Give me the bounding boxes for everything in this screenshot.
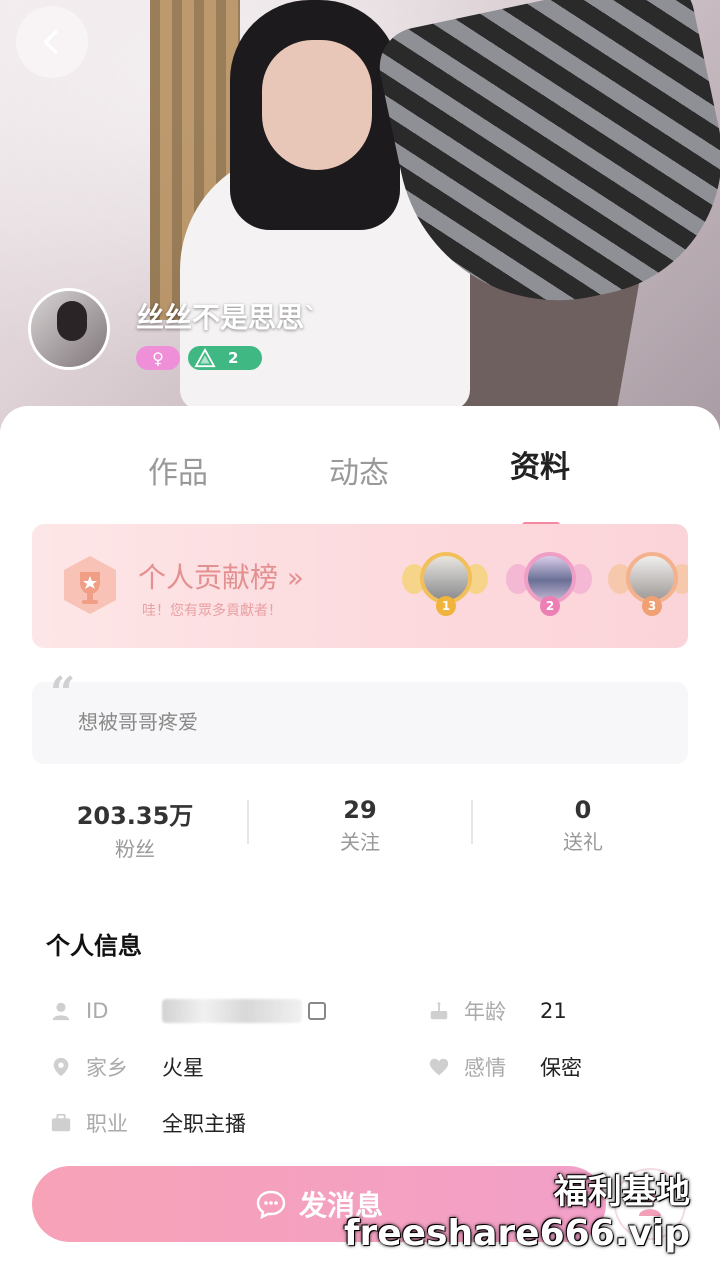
cake-icon — [428, 1000, 450, 1022]
stat-value: 29 — [343, 796, 377, 824]
profile-card: 作品 动态 资料 个人贡献榜 » 哇！您有眾多貢獻者！ 1 2 3 想被哥哥疼爱 — [0, 406, 720, 1280]
info-value: 全职主播 — [162, 1112, 246, 1136]
rank-number: 2 — [540, 596, 560, 616]
trophy-icon — [64, 556, 116, 614]
rank-2-medal[interactable]: 2 — [506, 548, 592, 626]
info-row-hometown: 家乡 火星 — [50, 1052, 204, 1082]
info-key: 家乡 — [86, 1056, 128, 1080]
bio-text: 想被哥哥疼爱 — [78, 710, 198, 734]
copy-icon[interactable] — [308, 1002, 326, 1020]
info-row-occupation: 职业 全职主播 — [50, 1108, 246, 1138]
quote-icon: “ — [50, 668, 76, 719]
gender-badge: ♀ — [136, 346, 180, 370]
info-value: 保密 — [540, 1056, 582, 1080]
stat-label: 关注 — [340, 830, 380, 854]
level-badge: 2 — [188, 346, 262, 370]
personal-info-title: 个人信息 — [46, 932, 142, 960]
stat-label: 送礼 — [563, 830, 603, 854]
stat-gifts[interactable]: 0 送礼 — [473, 796, 693, 855]
watermark-line1: 福利基地 — [554, 1172, 690, 1212]
bio-box: 想被哥哥疼爱 — [32, 682, 688, 764]
username: 丝丝不是思思` — [136, 301, 319, 334]
level-triangle-icon — [194, 348, 216, 368]
stat-followers[interactable]: 203.35万 粉丝 — [25, 796, 245, 862]
info-row-id: ID — [50, 996, 326, 1026]
contribution-subtitle: 哇！您有眾多貢獻者！ — [142, 603, 282, 619]
tab-works[interactable]: 作品 — [148, 448, 208, 492]
stat-value: 0 — [574, 796, 592, 824]
profile-cover-photo — [0, 0, 720, 430]
rank-number: 3 — [642, 596, 662, 616]
contribution-ranking-banner[interactable]: 个人贡献榜 » 哇！您有眾多貢獻者！ 1 2 3 — [32, 524, 688, 648]
rank-3-medal[interactable]: 3 — [608, 548, 688, 626]
user-badges: ♀ 2 — [136, 346, 262, 370]
briefcase-icon — [50, 1112, 72, 1134]
info-key: 感情 — [464, 1056, 506, 1080]
avatar[interactable] — [28, 288, 110, 370]
stat-following[interactable]: 29 关注 — [250, 796, 470, 855]
stat-label: 粉丝 — [115, 837, 155, 861]
stat-value: 203.35万 — [76, 802, 194, 830]
back-button[interactable] — [16, 6, 88, 78]
rank-1-medal[interactable]: 1 — [402, 548, 488, 626]
female-icon: ♀ — [152, 348, 164, 368]
info-row-age: 年龄 21 — [428, 996, 567, 1026]
info-key: ID — [86, 999, 109, 1023]
watermark: 福利基地 freeshare666.vip — [344, 1164, 690, 1254]
heart-icon — [428, 1056, 450, 1078]
level-value: 2 — [228, 349, 239, 367]
divider — [247, 800, 249, 844]
watermark-line2: freeshare666.vip — [343, 1213, 690, 1254]
location-pin-icon — [50, 1056, 72, 1078]
stats-row: 203.35万 粉丝 29 关注 0 送礼 — [0, 796, 720, 866]
user-icon — [50, 1000, 72, 1022]
contribution-title: 个人贡献榜 » — [138, 561, 305, 594]
chat-bubble-icon — [256, 1190, 286, 1220]
info-key: 职业 — [86, 1112, 128, 1136]
info-row-relationship: 感情 保密 — [428, 1052, 582, 1082]
rank-number: 1 — [436, 596, 456, 616]
user-id-value-obscured — [162, 999, 302, 1023]
info-value: 火星 — [162, 1056, 204, 1080]
tab-profile-info[interactable]: 资料 — [510, 442, 570, 486]
double-chevron-right-icon: » — [286, 561, 305, 594]
tab-moments[interactable]: 动态 — [329, 448, 389, 492]
tab-bar: 作品 动态 资料 — [0, 446, 720, 528]
info-value: 21 — [540, 999, 567, 1023]
chevron-left-icon — [44, 30, 58, 54]
info-key: 年龄 — [464, 1000, 506, 1024]
